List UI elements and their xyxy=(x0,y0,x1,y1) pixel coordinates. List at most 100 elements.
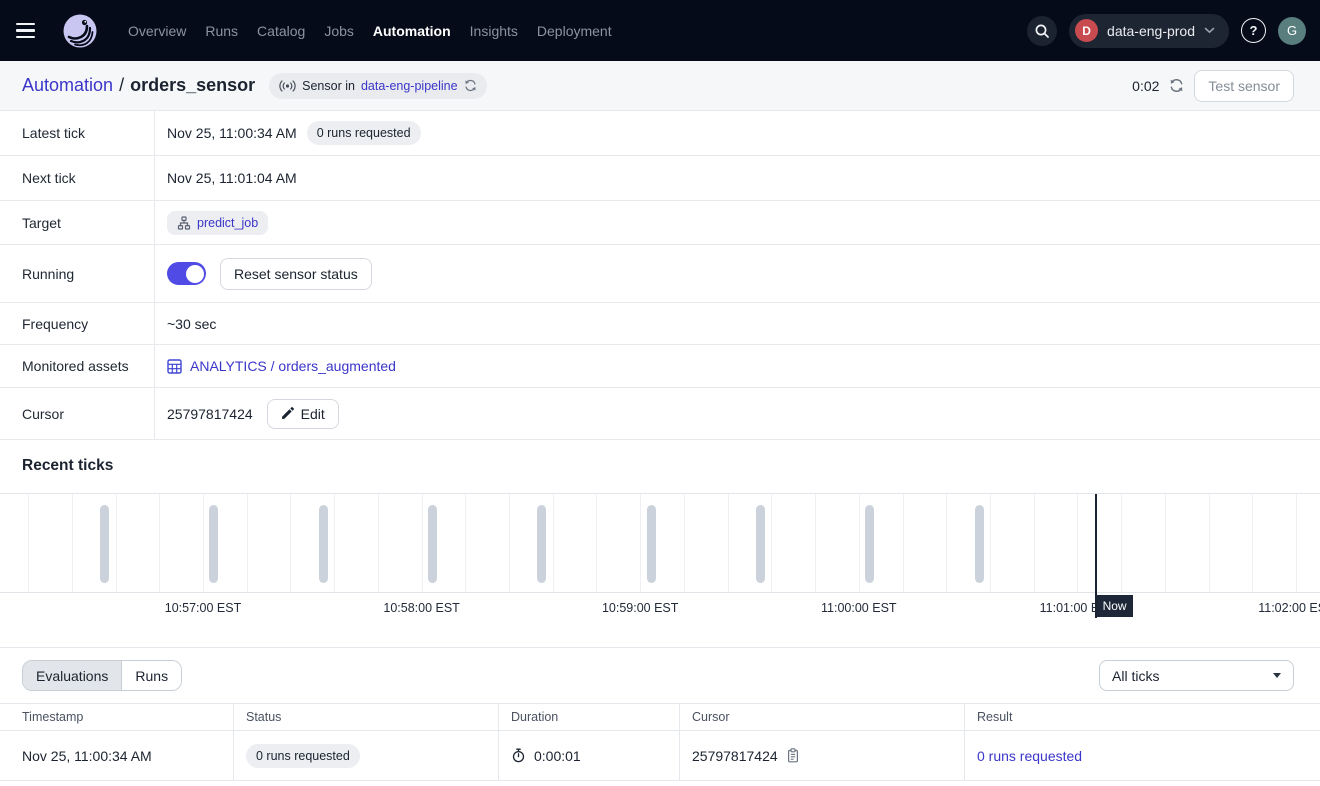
evaluations-runs-tabs: Evaluations Runs xyxy=(22,660,182,691)
nav-item-deployment[interactable]: Deployment xyxy=(537,23,612,39)
target-job-name: predict_job xyxy=(197,216,258,230)
latest-tick-label: Latest tick xyxy=(0,111,155,155)
nav-item-jobs[interactable]: Jobs xyxy=(324,23,354,39)
evaluations-section: Evaluations Runs All ticks Timestamp Sta… xyxy=(0,647,1320,781)
reset-sensor-status-button[interactable]: Reset sensor status xyxy=(220,258,372,290)
grid-line xyxy=(203,494,204,592)
axis-label: 10:58:00 EST xyxy=(383,601,459,615)
search-button[interactable] xyxy=(1027,16,1057,46)
table-header-row: Timestamp Status Duration Cursor Result xyxy=(0,703,1320,731)
running-toggle[interactable] xyxy=(167,262,206,285)
dagster-logo[interactable] xyxy=(62,13,98,49)
top-nav: Overview Runs Catalog Jobs Automation In… xyxy=(0,0,1320,61)
nav-item-automation[interactable]: Automation xyxy=(373,23,451,39)
grid-line xyxy=(334,494,335,592)
row-status-badge: 0 runs requested xyxy=(246,744,360,768)
grid-line xyxy=(72,494,73,592)
grid-line xyxy=(1077,494,1078,592)
code-location-link[interactable]: data-eng-pipeline xyxy=(361,79,458,93)
test-sensor-button[interactable]: Test sensor xyxy=(1194,70,1294,102)
tick-bar[interactable] xyxy=(428,505,437,583)
target-row: Target predict_job xyxy=(0,201,1320,245)
row-cursor: 25797817424 xyxy=(692,748,778,764)
reload-location-icon[interactable] xyxy=(464,79,477,92)
latest-tick-status-badge: 0 runs requested xyxy=(307,121,421,145)
grid-line xyxy=(990,494,991,592)
col-result: Result xyxy=(964,704,1320,730)
menu-icon[interactable] xyxy=(16,16,46,46)
row-result-link[interactable]: 0 runs requested xyxy=(977,748,1082,764)
running-row: Running Reset sensor status xyxy=(0,245,1320,303)
refresh-countdown: 0:02 xyxy=(1132,78,1159,94)
col-duration: Duration xyxy=(498,704,679,730)
grid-line xyxy=(1252,494,1253,592)
ticks-chart xyxy=(0,493,1320,593)
axis-label: 10:59:00 EST xyxy=(602,601,678,615)
frequency-label: Frequency xyxy=(0,303,155,344)
monitored-asset-link[interactable]: ANALYTICS / orders_augmented xyxy=(167,358,396,374)
edit-cursor-button[interactable]: Edit xyxy=(267,399,339,429)
grid-line xyxy=(509,494,510,592)
grid-line xyxy=(378,494,379,592)
nav-item-runs[interactable]: Runs xyxy=(205,23,238,39)
latest-tick-value: Nov 25, 11:00:34 AM xyxy=(167,125,297,141)
sensor-location-badge: Sensor in data-eng-pipeline xyxy=(269,73,486,99)
dagster-logo-icon xyxy=(62,13,98,49)
now-tooltip: Now xyxy=(1097,595,1133,617)
nav-item-insights[interactable]: Insights xyxy=(470,23,518,39)
tick-bar[interactable] xyxy=(209,505,218,583)
tick-bar[interactable] xyxy=(865,505,874,583)
search-icon xyxy=(1034,23,1050,39)
ticks-axis: 10:57:00 EST10:58:00 EST10:59:00 EST11:0… xyxy=(0,593,1320,647)
nav-item-overview[interactable]: Overview xyxy=(128,23,186,39)
grid-line xyxy=(422,494,423,592)
workspace-switcher[interactable]: D data-eng-prod xyxy=(1069,14,1229,48)
grid-line xyxy=(1209,494,1210,592)
table-row: Nov 25, 11:00:34 AM 0 runs requested 0:0… xyxy=(0,731,1320,781)
workspace-name: data-eng-prod xyxy=(1107,23,1195,39)
grid-line xyxy=(28,494,29,592)
grid-line xyxy=(728,494,729,592)
grid-line xyxy=(247,494,248,592)
tab-runs[interactable]: Runs xyxy=(122,661,181,690)
user-avatar[interactable]: G xyxy=(1278,17,1306,45)
nav-item-catalog[interactable]: Catalog xyxy=(257,23,305,39)
breadcrumb-automation-link[interactable]: Automation xyxy=(22,75,113,95)
tick-bar[interactable] xyxy=(975,505,984,583)
grid-line xyxy=(903,494,904,592)
tick-bar[interactable] xyxy=(319,505,328,583)
tick-filter-value: All ticks xyxy=(1112,668,1159,684)
tick-bar[interactable] xyxy=(100,505,109,583)
grid-line xyxy=(1034,494,1035,592)
grid-line xyxy=(116,494,117,592)
axis-label: 11:00:00 EST xyxy=(821,601,897,615)
target-job-chip[interactable]: predict_job xyxy=(167,211,268,235)
tick-bar[interactable] xyxy=(537,505,546,583)
grid-line xyxy=(596,494,597,592)
primary-nav: Overview Runs Catalog Jobs Automation In… xyxy=(128,23,612,39)
grid-line xyxy=(640,494,641,592)
tab-evaluations[interactable]: Evaluations xyxy=(23,661,122,690)
grid-line xyxy=(290,494,291,592)
grid-line xyxy=(859,494,860,592)
copy-cursor-icon[interactable] xyxy=(786,748,800,763)
monitored-asset-name: ANALYTICS / orders_augmented xyxy=(190,358,396,374)
refresh-icon[interactable] xyxy=(1169,78,1184,93)
stopwatch-icon xyxy=(511,748,526,763)
tick-bar[interactable] xyxy=(647,505,656,583)
grid-line xyxy=(684,494,685,592)
grid-line xyxy=(771,494,772,592)
monitored-assets-row: Monitored assets ANALYTICS / orders_augm… xyxy=(0,345,1320,388)
row-timestamp[interactable]: Nov 25, 11:00:34 AM xyxy=(22,748,152,764)
col-status: Status xyxy=(233,704,498,730)
sensor-icon xyxy=(279,80,296,92)
latest-tick-row: Latest tick Nov 25, 11:00:34 AM 0 runs r… xyxy=(0,111,1320,156)
edit-cursor-label: Edit xyxy=(301,406,325,422)
target-label: Target xyxy=(0,201,155,244)
cursor-value: 25797817424 xyxy=(167,406,253,422)
help-button[interactable]: ? xyxy=(1241,18,1266,43)
tick-filter-select[interactable]: All ticks xyxy=(1099,660,1294,691)
toggle-knob xyxy=(186,265,204,283)
tick-bar[interactable] xyxy=(756,505,765,583)
recent-ticks-title: Recent ticks xyxy=(0,440,1320,493)
